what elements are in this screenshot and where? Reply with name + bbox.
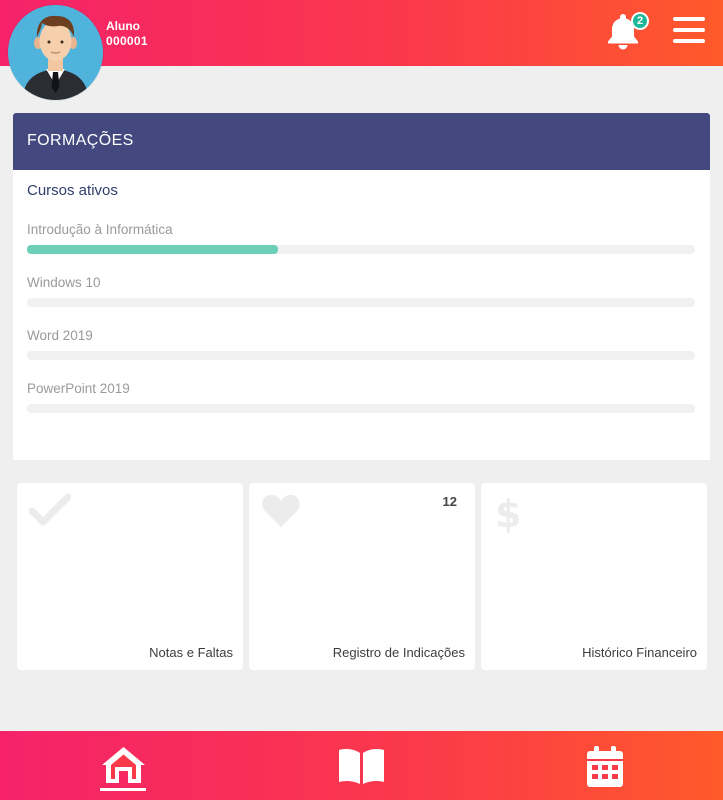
tile-notas-e-faltas[interactable]: Notas e Faltas <box>17 483 243 670</box>
menu-button[interactable] <box>673 17 705 45</box>
menu-icon-bar <box>673 28 705 32</box>
active-courses-heading: Cursos ativos <box>27 182 118 199</box>
bottom-nav <box>0 731 723 800</box>
notification-badge: 2 <box>631 12 649 30</box>
calendar-icon <box>587 746 623 787</box>
tile-label: Notas e Faltas <box>149 645 233 660</box>
avatar[interactable] <box>8 5 103 100</box>
top-bar: Aluno 000001 2 <box>0 0 723 66</box>
course-item[interactable]: Windows 10 <box>27 275 695 307</box>
book-icon <box>339 749 384 784</box>
course-name: Windows 10 <box>27 275 101 290</box>
course-name: PowerPoint 2019 <box>27 381 130 396</box>
course-item[interactable]: Introdução à Informática <box>27 222 695 254</box>
home-icon <box>102 747 145 783</box>
card-header: FORMAÇÕES <box>13 113 710 170</box>
menu-icon-bar <box>673 39 705 43</box>
nav-home[interactable] <box>101 745 146 790</box>
check-icon <box>29 493 71 526</box>
course-progress-fill <box>27 245 278 254</box>
formacoes-card: FORMAÇÕES Cursos ativos Introdução à Inf… <box>13 113 710 460</box>
course-progress-track <box>27 351 695 360</box>
user-role: Aluno <box>106 19 140 33</box>
course-progress-track <box>27 404 695 413</box>
tile-historico-financeiro[interactable]: $ Histórico Financeiro <box>481 483 707 670</box>
tile-registro-de-indicacoes[interactable]: 12 Registro de Indicações <box>249 483 475 670</box>
nav-active-indicator <box>100 788 146 791</box>
notifications-button[interactable]: 2 <box>605 12 649 52</box>
course-progress-track <box>27 245 695 254</box>
tile-label: Histórico Financeiro <box>582 645 697 660</box>
tile-label: Registro de Indicações <box>332 645 465 660</box>
dollar-icon: $ <box>495 493 521 535</box>
tile-count: 12 <box>442 494 457 509</box>
menu-icon-bar <box>673 17 705 21</box>
card-title: FORMAÇÕES <box>27 132 134 149</box>
course-name: Introdução à Informática <box>27 222 173 237</box>
course-progress-track <box>27 298 695 307</box>
course-item[interactable]: PowerPoint 2019 <box>27 381 695 413</box>
course-name: Word 2019 <box>27 328 93 343</box>
heart-icon <box>262 494 300 527</box>
nav-courses[interactable] <box>338 747 385 790</box>
user-id: 000001 <box>106 34 148 48</box>
course-item[interactable]: Word 2019 <box>27 328 695 360</box>
svg-text:$: $ <box>495 493 521 535</box>
avatar-person-icon <box>8 5 103 100</box>
nav-calendar[interactable] <box>586 746 624 793</box>
